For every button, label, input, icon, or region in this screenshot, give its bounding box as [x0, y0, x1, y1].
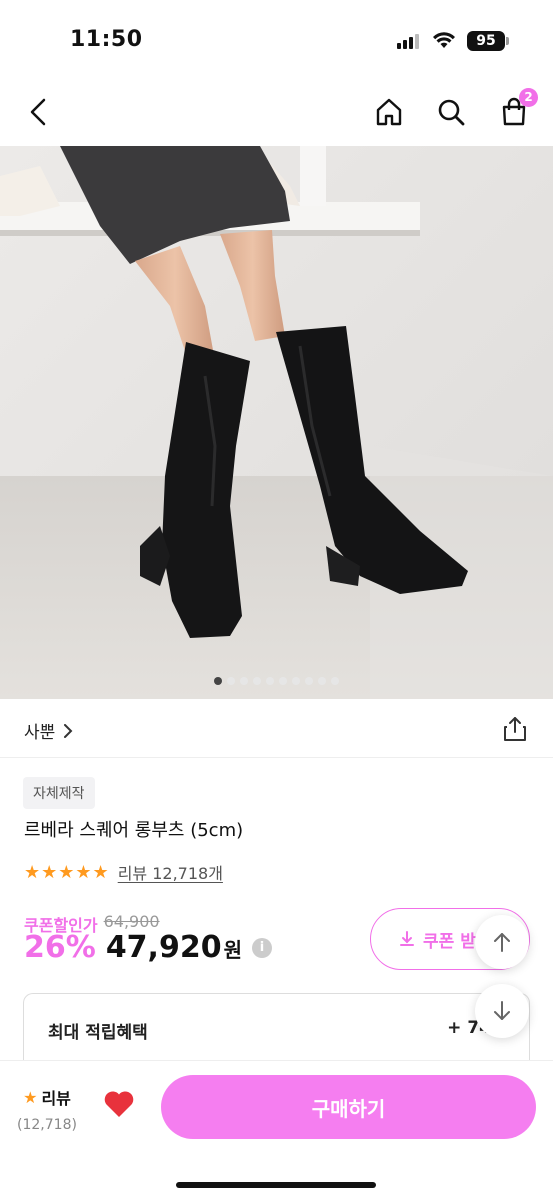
product-title: 르베라 스퀘어 롱부츠 (5cm) — [24, 820, 244, 841]
star-icon: ★ — [23, 1087, 38, 1107]
discount-rate: 26% — [24, 930, 96, 965]
product-tag: 자체제작 — [23, 777, 95, 809]
nav-bar: 2 — [0, 80, 553, 146]
signal-icon — [397, 33, 421, 49]
cart-button[interactable]: 2 — [496, 88, 538, 130]
arrow-down-icon — [494, 1001, 510, 1020]
store-row[interactable]: 사뿐 — [0, 700, 553, 758]
sale-price: 47,920 — [105, 930, 222, 965]
coupon-button-label: 쿠폰 받 — [423, 931, 476, 952]
review-count-link[interactable]: 리뷰 12,718개 — [118, 860, 223, 884]
pagination-dot[interactable] — [253, 677, 261, 685]
battery-tip — [506, 37, 509, 45]
pagination-dot[interactable] — [279, 677, 287, 685]
pagination-dot[interactable] — [331, 677, 339, 685]
pagination-dot[interactable] — [240, 677, 248, 685]
pagination-dot[interactable] — [305, 677, 313, 685]
chevron-right-icon — [64, 723, 73, 738]
review-count: (12,718) — [17, 1117, 77, 1133]
star-rating: ★★★★★ — [24, 861, 110, 883]
status-bar: 11:50 95 — [0, 0, 553, 80]
rating-row: ★★★★★ 리뷰 12,718개 — [24, 860, 223, 884]
cart-badge: 2 — [519, 88, 538, 107]
image-pagination — [0, 677, 553, 685]
pagination-dot[interactable] — [318, 677, 326, 685]
share-icon — [504, 717, 526, 741]
arrow-up-icon — [494, 933, 510, 952]
back-button[interactable] — [20, 94, 56, 130]
scroll-top-button[interactable] — [475, 915, 529, 969]
price-row: 26% 47,920 원 i — [24, 930, 272, 965]
wifi-icon — [433, 32, 455, 48]
home-button[interactable] — [371, 94, 407, 130]
share-button[interactable] — [501, 715, 529, 743]
pagination-dot[interactable] — [292, 677, 300, 685]
buy-button[interactable]: 구매하기 — [161, 1075, 536, 1139]
benefit-label: 최대 적립혜택 — [48, 1023, 148, 1043]
currency: 원 — [223, 938, 242, 962]
status-time: 11:50 — [70, 27, 143, 52]
review-shortcut-title: ★ 리뷰 — [16, 1085, 78, 1109]
download-icon — [400, 931, 414, 946]
info-icon[interactable]: i — [252, 937, 272, 958]
home-icon — [376, 98, 402, 126]
home-indicator — [176, 1182, 376, 1188]
search-icon — [438, 99, 465, 126]
product-image[interactable] — [0, 146, 553, 699]
review-shortcut[interactable]: ★ 리뷰 (12,718) — [16, 1085, 78, 1134]
pagination-dot[interactable] — [227, 677, 235, 685]
back-icon — [30, 98, 46, 126]
pagination-dot[interactable] — [266, 677, 274, 685]
store-name: 사뿐 — [24, 723, 56, 743]
bottom-action-bar: ★ 리뷰 (12,718) 구매하기 — [0, 1060, 553, 1200]
heart-icon[interactable] — [103, 1089, 135, 1119]
review-label: 리뷰 — [41, 1089, 71, 1108]
product-photo — [0, 146, 553, 699]
scroll-bottom-button[interactable] — [475, 984, 529, 1038]
store-link[interactable]: 사뿐 — [24, 718, 73, 743]
battery-indicator: 95 — [467, 31, 505, 51]
search-button[interactable] — [433, 94, 469, 130]
pagination-dot[interactable] — [214, 677, 222, 685]
